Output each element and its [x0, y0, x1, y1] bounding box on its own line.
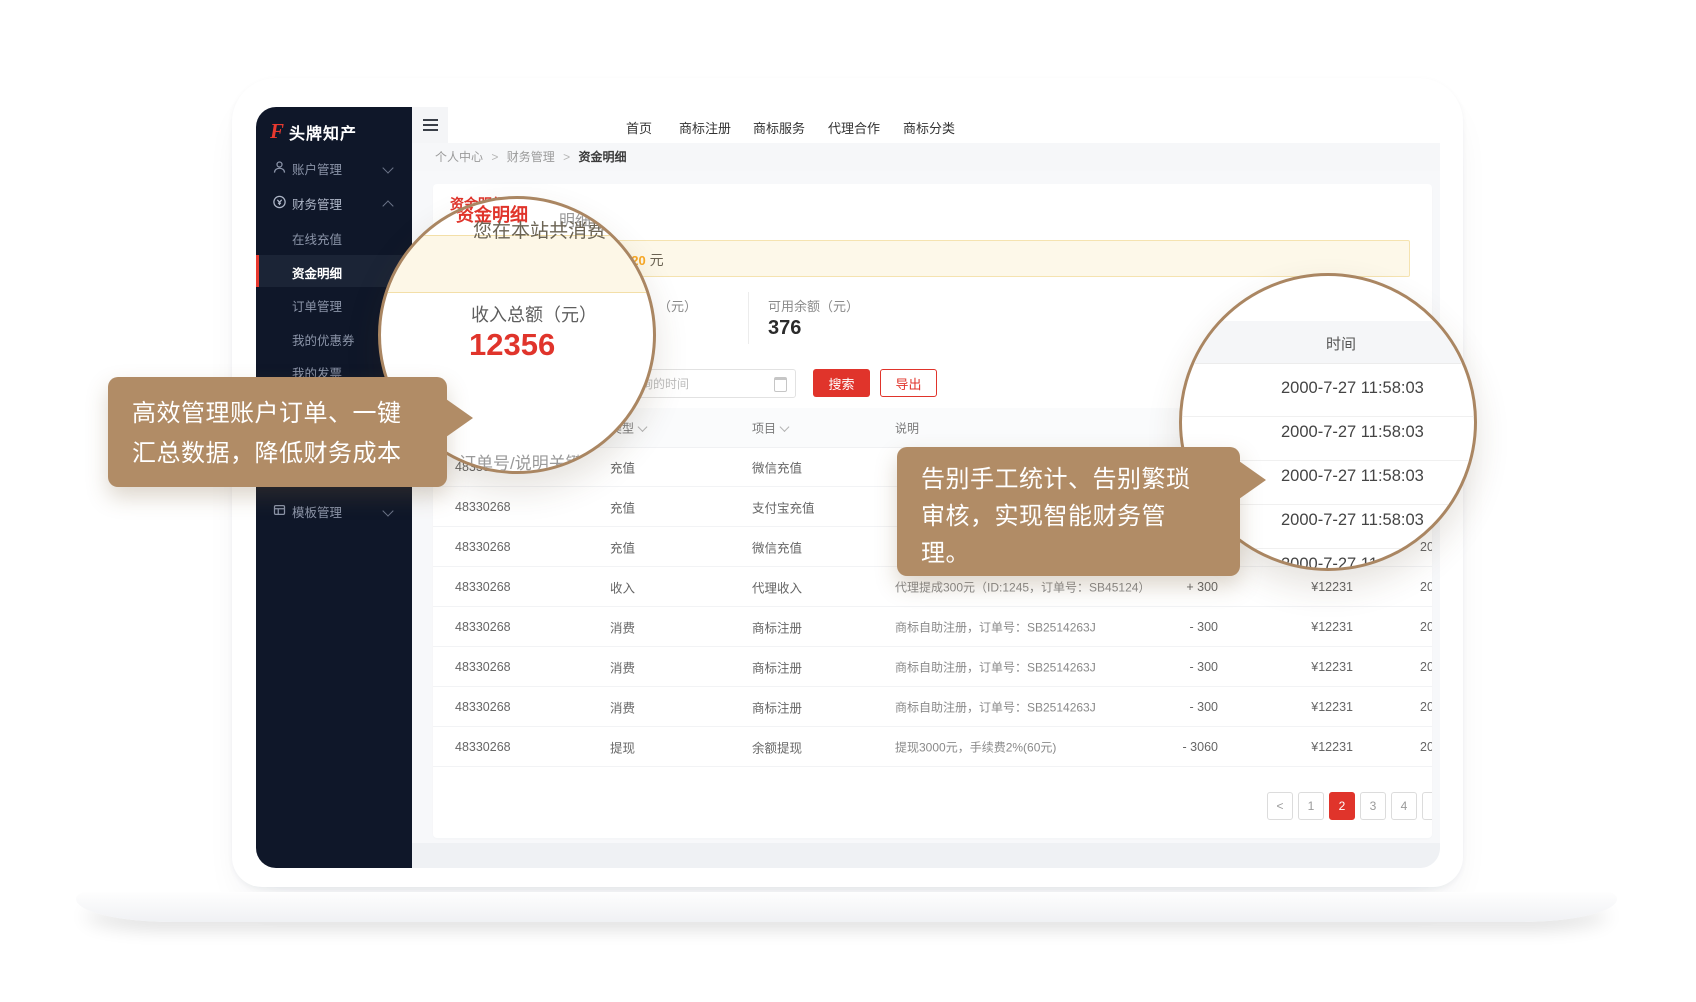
- calendar-icon[interactable]: [774, 377, 787, 392]
- callout-right-arrow-icon: [1239, 461, 1266, 499]
- callout-right-line3: 理。: [921, 533, 970, 568]
- callout-left-line2: 汇总数据，降低财务成本: [132, 433, 402, 468]
- footer-strip: [412, 843, 1440, 868]
- pagination: < 1 2 3 4 5 >: [1267, 792, 1432, 820]
- pagination-prev-button[interactable]: <: [1267, 792, 1293, 820]
- callout-right-line1: 告别手工统计、告别繁琐: [921, 459, 1191, 494]
- app-logo: F 头牌知产: [270, 119, 357, 144]
- expense-unit-label: （元）: [658, 296, 697, 315]
- sidebar-item-account[interactable]: 账户管理: [256, 155, 412, 181]
- hamburger-icon[interactable]: [412, 107, 448, 143]
- template-icon: [272, 502, 287, 518]
- sidebar-item-finance[interactable]: 财务管理: [256, 190, 412, 216]
- laptop-base: [76, 892, 1617, 922]
- search-button[interactable]: 搜索: [813, 369, 870, 397]
- table-row: 48330268提现余额提现提现3000元，手续费2%(60元)- 3060¥1…: [433, 727, 1432, 767]
- table-row: 48330268消费商标注册商标自助注册，订单号：SB2514263J- 300…: [433, 647, 1432, 687]
- callout-left-arrow-icon: [446, 399, 473, 437]
- callout-left: 高效管理账户订单、一键 汇总数据，降低财务成本: [108, 377, 447, 487]
- income-label: 收入总额（元）: [471, 301, 597, 327]
- user-icon: [272, 159, 287, 175]
- chevron-down-icon: [382, 162, 393, 173]
- stat-divider: [748, 292, 749, 344]
- col-project[interactable]: 项目: [752, 419, 788, 436]
- table-row: 48330268消费商标注册商标自助注册，订单号：SB2514263J- 300…: [433, 687, 1432, 727]
- wallet-icon: [272, 194, 287, 210]
- sidebar-item-label: 账户管理: [292, 159, 342, 178]
- sidebar-item-template[interactable]: 模板管理: [256, 498, 412, 524]
- pagination-page-1[interactable]: 1: [1298, 792, 1324, 820]
- balance-value: 376: [768, 317, 801, 340]
- chevron-up-icon: [382, 200, 393, 211]
- nav-item-trademark-service[interactable]: 商标服务: [753, 118, 805, 137]
- magnified-banner-text: 您在本站共消费 32124 大: [473, 215, 656, 244]
- magnified-time-header: 时间: [1326, 333, 1356, 354]
- breadcrumb-item[interactable]: 财务管理: [507, 150, 555, 164]
- breadcrumb-item[interactable]: 个人中心: [435, 150, 483, 164]
- sidebar: F 头牌知产 账户管理 财务管理 在线充值 资金: [256, 107, 412, 868]
- pagination-page-4[interactable]: 4: [1391, 792, 1417, 820]
- top-navbar: 首页 商标注册 商标服务 代理合作 商标分类: [412, 107, 1440, 144]
- table-row: 48330268消费商标注册商标自助注册，订单号：SB2514263J- 300…: [433, 607, 1432, 647]
- col-desc: 说明: [895, 419, 919, 436]
- magnified-time-cell: 2000-7-27 11:58:03: [1281, 379, 1424, 398]
- nav-item-trademark-register[interactable]: 商标注册: [679, 118, 731, 137]
- income-value: 12356: [469, 327, 555, 363]
- magnified-time-cell: 2000-7-27 11:58:03: [1281, 423, 1424, 442]
- logo-icon: F: [270, 119, 284, 144]
- sort-chevron-icon: [780, 422, 790, 432]
- magnified-order-column-header: 订单号/说明关键字: [459, 449, 600, 474]
- sort-chevron-icon: [638, 422, 648, 432]
- export-button[interactable]: 导出: [880, 369, 937, 397]
- breadcrumb: 个人中心 > 财务管理 > 资金明细: [412, 143, 1440, 171]
- magnified-time-cell: 2000-7-27 11:58:03: [1281, 467, 1424, 486]
- pagination-page-3[interactable]: 3: [1360, 792, 1386, 820]
- callout-right-line2: 审核，实现智能财务管: [921, 496, 1166, 531]
- balance-label: 可用余额（元）: [768, 296, 859, 315]
- breadcrumb-current: 资金明细: [578, 150, 626, 164]
- magnified-time-cell: 2000-7-27 11:58:03: [1281, 511, 1424, 530]
- nav-item-agent-cooperation[interactable]: 代理合作: [828, 118, 880, 137]
- nav-item-home[interactable]: 首页: [626, 118, 652, 137]
- callout-left-line1: 高效管理账户订单、一键: [132, 393, 402, 428]
- pagination-page-5[interactable]: 5: [1422, 792, 1432, 820]
- sidebar-item-label: 财务管理: [292, 194, 342, 213]
- logo-text: 头牌知产: [289, 120, 357, 144]
- chevron-down-icon: [382, 505, 393, 516]
- callout-right: 告别手工统计、告别繁琐 审核，实现智能财务管 理。: [897, 447, 1240, 576]
- pagination-page-2-active[interactable]: 2: [1329, 792, 1355, 820]
- nav-item-trademark-category[interactable]: 商标分类: [903, 118, 955, 137]
